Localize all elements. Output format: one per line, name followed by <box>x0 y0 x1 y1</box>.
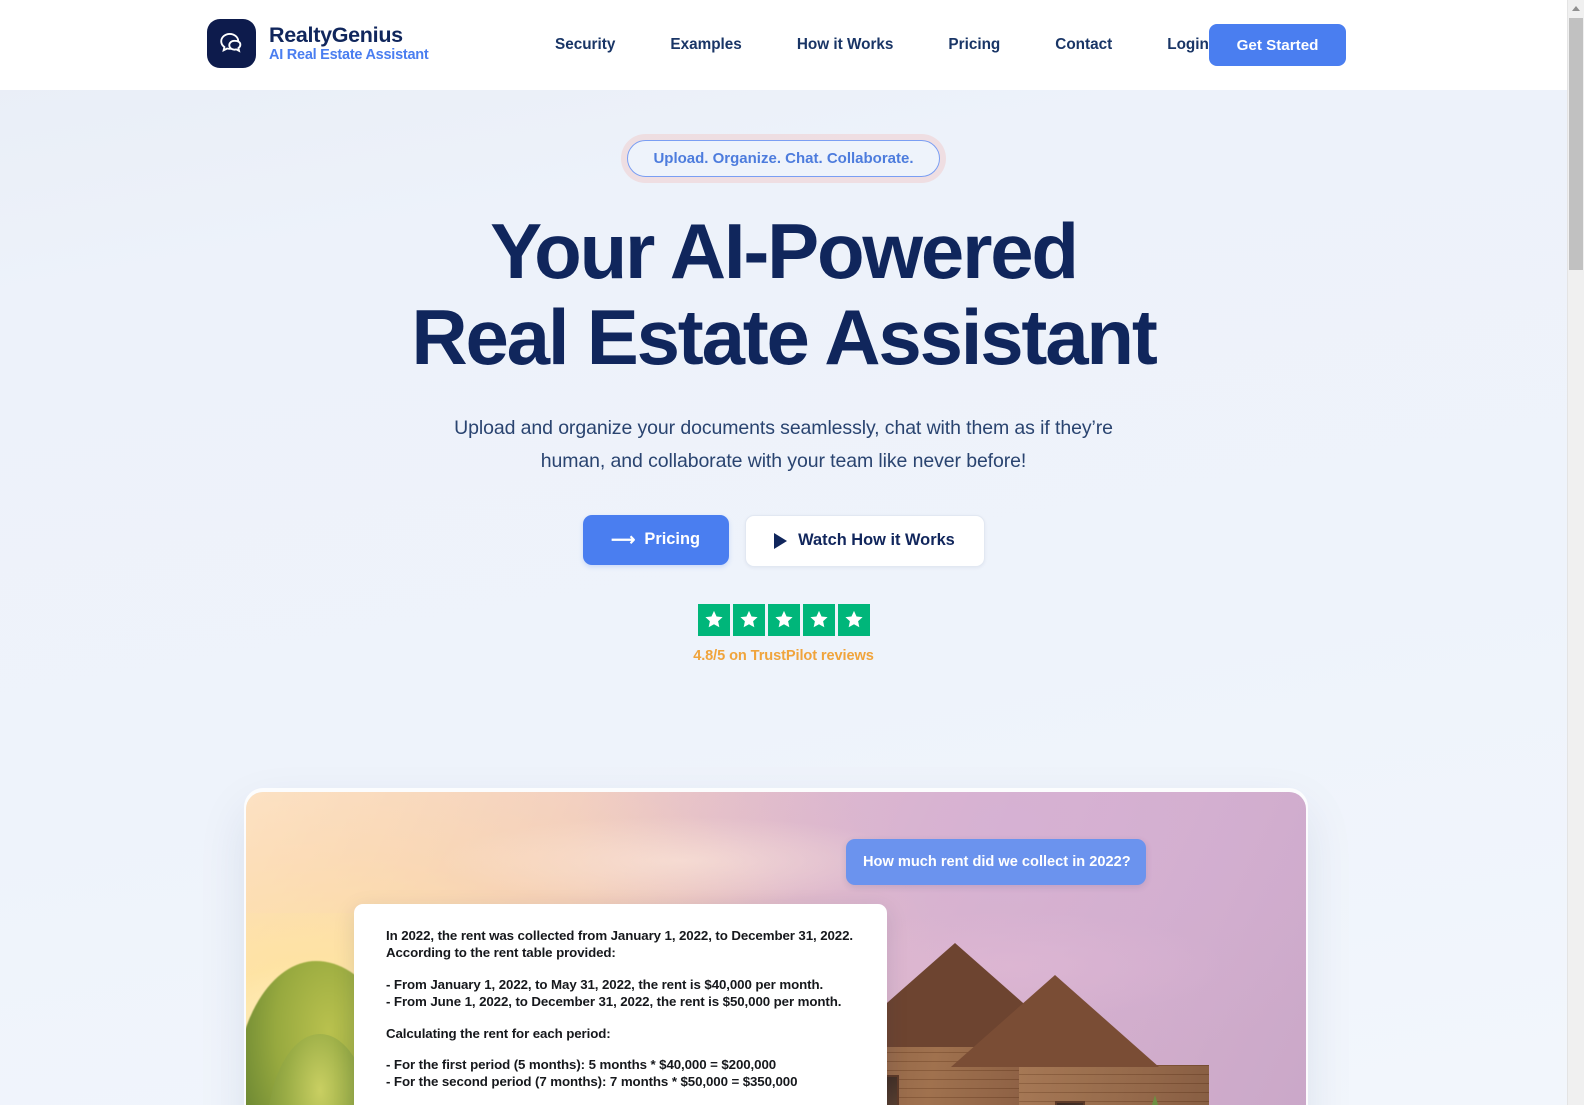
house-roof <box>950 974 1159 1067</box>
chat-answer-card: In 2022, the rent was collected from Jan… <box>354 904 887 1105</box>
speech-bubble-q-icon <box>207 19 256 68</box>
headline-line-2: Real Estate Assistant <box>411 292 1157 381</box>
chevron-up-icon <box>1572 6 1580 11</box>
hero-button-group: ⟶ Pricing Watch How it Works <box>0 514 1567 567</box>
answer-paragraph: - From January 1, 2022, to May 31, 2022,… <box>386 976 824 992</box>
page-viewport: RealtyGenius AI Real Estate Assistant Se… <box>0 0 1567 1105</box>
hero-subheading: Upload and organize your documents seaml… <box>0 412 1567 479</box>
arrow-right-icon: ⟶ <box>611 530 636 550</box>
star-icon <box>697 603 730 636</box>
nav-item-examples[interactable]: Examples <box>670 28 741 62</box>
main-navigation: Security Examples How it Works Pricing C… <box>555 0 1209 90</box>
pricing-button-label: Pricing <box>644 530 700 549</box>
site-header: RealtyGenius AI Real Estate Assistant Se… <box>0 0 1567 90</box>
hero-section: Upload. Organize. Chat. Collaborate. You… <box>0 90 1567 1105</box>
house-window <box>1054 1100 1085 1105</box>
answer-paragraph: Calculating the rent for each period: <box>386 1025 611 1041</box>
brand-logo[interactable]: RealtyGenius AI Real Estate Assistant <box>207 19 429 68</box>
trustpilot-rating: 4.8/5 on TrustPilot reviews <box>0 603 1567 664</box>
brand-name: RealtyGenius <box>269 22 403 47</box>
star-icon <box>837 603 870 636</box>
star-icon <box>767 603 800 636</box>
star-icon <box>802 603 835 636</box>
scrollbar-thumb[interactable] <box>1569 18 1583 270</box>
answer-paragraph: - From June 1, 2022, to December 31, 202… <box>386 993 842 1009</box>
brand-tagline: AI Real Estate Assistant <box>269 46 429 63</box>
chat-question-bubble: How much rent did we collect in 2022? <box>846 839 1146 886</box>
watch-button-label: Watch How it Works <box>798 531 955 550</box>
hero-demo-card: How much rent did we collect in 2022? In… <box>246 792 1306 1105</box>
nav-item-how-it-works[interactable]: How it Works <box>797 28 894 62</box>
answer-paragraph: In 2022, the rent was collected from Jan… <box>386 928 853 960</box>
get-started-button[interactable]: Get Started <box>1209 24 1346 66</box>
scroll-up-button[interactable] <box>1568 0 1584 17</box>
hero-badge: Upload. Organize. Chat. Collaborate. <box>627 140 940 177</box>
play-icon <box>774 532 788 549</box>
star-icon <box>732 603 765 636</box>
nav-item-login[interactable]: Login <box>1167 28 1209 62</box>
nav-item-contact[interactable]: Contact <box>1055 28 1112 62</box>
answer-paragraph: - For the first period (5 months): 5 mon… <box>386 1057 777 1073</box>
subhead-line-2: human, and collaborate with your team li… <box>540 450 1027 473</box>
star-rating <box>697 603 870 636</box>
nav-item-security[interactable]: Security <box>555 28 615 62</box>
page-title: Your AI-Powered Real Estate Assistant <box>0 207 1567 381</box>
pricing-button[interactable]: ⟶ Pricing <box>582 514 729 565</box>
watch-how-it-works-button[interactable]: Watch How it Works <box>744 514 985 567</box>
subhead-line-1: Upload and organize your documents seaml… <box>454 416 1113 439</box>
nav-item-pricing[interactable]: Pricing <box>948 28 1000 62</box>
vertical-scrollbar[interactable] <box>1567 0 1584 1105</box>
conifer-tree <box>1121 1095 1190 1105</box>
trustpilot-caption: 4.8/5 on TrustPilot reviews <box>693 647 874 664</box>
answer-paragraph: - For the second period (7 months): 7 mo… <box>386 1074 798 1090</box>
headline-line-1: Your AI-Powered <box>490 207 1079 295</box>
